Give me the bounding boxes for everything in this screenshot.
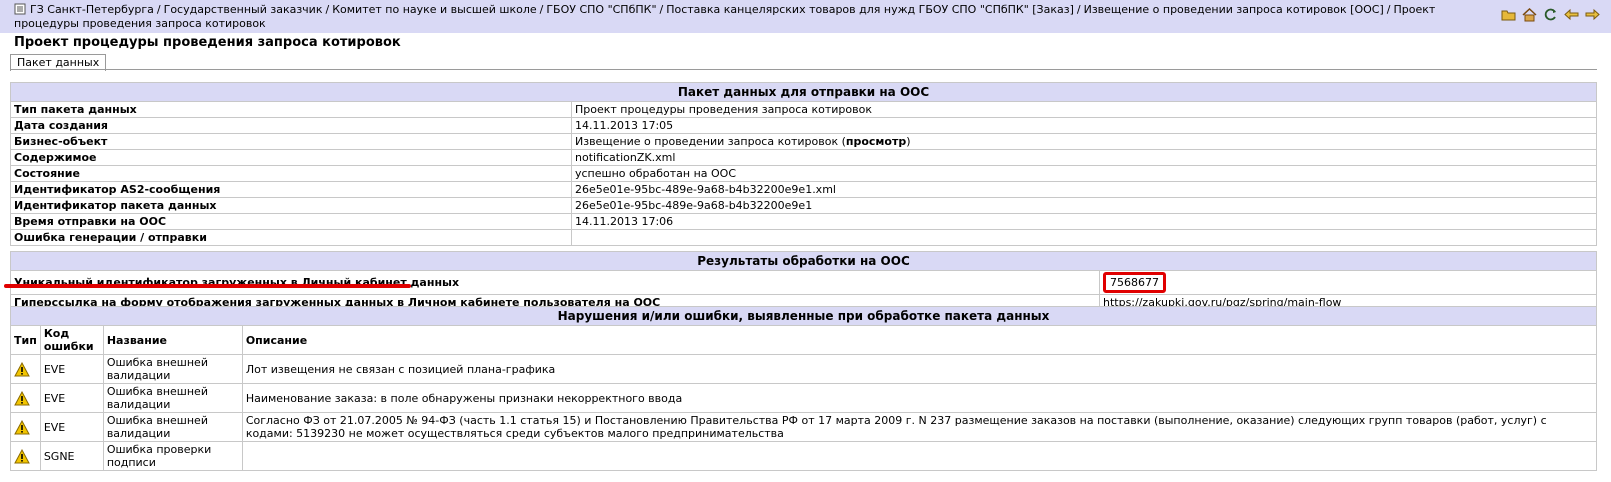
row-label: Дата создания xyxy=(10,117,572,134)
error-description: Согласно ФЗ от 21.07.2005 № 94-ФЗ (часть… xyxy=(241,412,1598,442)
type-cell xyxy=(10,412,41,442)
table-row: Идентификатор AS2-сообщения 26e5e01e-95bc… xyxy=(10,181,1597,198)
breadcrumb-link-committee[interactable]: Комитет по науке и высшей школе xyxy=(332,3,536,16)
row-value: Проект процедуры проведения запроса коти… xyxy=(571,101,1597,118)
tab-divider xyxy=(10,69,1597,70)
row-value xyxy=(571,229,1597,246)
row-value: 26e5e01e-95bc-489e-9a68-b4b32200e9e1 xyxy=(571,197,1597,214)
breadcrumb-link-org[interactable]: ГБОУ СПО "СПбПК" xyxy=(546,3,656,16)
type-cell xyxy=(10,383,41,413)
table-row: Бизнес-объект Извещение о проведении запр… xyxy=(10,133,1597,150)
results-table: Результаты обработки на ООС Уникальный и… xyxy=(10,251,1597,311)
row-label: Тип пакета данных xyxy=(10,101,572,118)
row-label: Бизнес-объект xyxy=(10,133,572,150)
uid-value-highlighted: 7568677 xyxy=(1103,272,1166,293)
red-underline-annotation xyxy=(4,284,411,288)
row-label: Идентификатор AS2-сообщения xyxy=(10,181,572,198)
breadcrumb-link-customer[interactable]: Государственный заказчик xyxy=(164,3,323,16)
row-value: Извещение о проведении запроса котировок… xyxy=(571,133,1597,150)
col-header-code: Код ошибки xyxy=(39,325,104,355)
table-row: Состояние успешно обработан на ООС xyxy=(10,165,1597,182)
table-row: EVE Ошибка внешней валидации Лот извещен… xyxy=(10,354,1598,384)
col-header-description: Описание xyxy=(241,325,1598,355)
warning-icon xyxy=(14,419,30,434)
error-description xyxy=(241,441,1598,471)
error-name: Ошибка проверки подписи xyxy=(102,441,243,471)
table-row: Уникальный идентификатор загруженных в Л… xyxy=(10,270,1597,295)
page-title: Проект процедуры проведения запроса коти… xyxy=(14,35,401,50)
warning-icon xyxy=(14,361,30,376)
col-header-name: Название xyxy=(102,325,243,355)
data-package-table: Пакет данных для отправки на ООС Тип пак… xyxy=(10,82,1597,246)
refresh-icon[interactable] xyxy=(1542,6,1559,23)
forward-arrow-icon[interactable] xyxy=(1584,6,1601,23)
warning-icon xyxy=(14,390,30,405)
error-description: Лот извещения не связан с позицией плана… xyxy=(241,354,1598,384)
table-row: Время отправки на ООС 14.11.2013 17:06 xyxy=(10,213,1597,230)
error-code: EVE xyxy=(39,354,104,384)
errors-table: Нарушения и/или ошибки, выявленные при о… xyxy=(10,306,1598,471)
menu-icon[interactable] xyxy=(14,3,26,15)
warning-icon xyxy=(14,448,30,463)
as2-file-link[interactable]: 26e5e01e-95bc-489e-9a68-b4b32200e9e1.xml xyxy=(571,181,1597,198)
uid-cell: 7568677 xyxy=(1099,270,1597,295)
paren-close: ) xyxy=(906,135,911,148)
error-code: EVE xyxy=(39,412,104,442)
error-code: SGNE xyxy=(39,441,104,471)
error-code: EVE xyxy=(39,383,104,413)
section-title-errors: Нарушения и/или ошибки, выявленные при о… xyxy=(10,306,1597,326)
table-row: Тип пакета данных Проект процедуры провед… xyxy=(10,101,1597,118)
top-bar: ГЗ Санкт-Петербурга / Государственный зака… xyxy=(0,0,1611,33)
row-label: Состояние xyxy=(10,165,572,182)
table-row: SGNE Ошибка проверки подписи xyxy=(10,441,1598,471)
col-header-type: Тип xyxy=(10,325,41,355)
view-link[interactable]: просмотр xyxy=(846,135,906,148)
folder-icon[interactable] xyxy=(1500,6,1517,23)
section-title-package: Пакет данных для отправки на ООС xyxy=(10,82,1597,102)
breadcrumb-link-notice[interactable]: Извещение о проведении запроса котировок… xyxy=(1084,3,1384,16)
row-label: Время отправки на ООС xyxy=(10,213,572,230)
table-row: EVE Ошибка внешней валидации Согласно ФЗ… xyxy=(10,412,1598,442)
table-row: EVE Ошибка внешней валидации Наименовани… xyxy=(10,383,1598,413)
error-name: Ошибка внешней валидации xyxy=(102,412,243,442)
toolbar xyxy=(1500,6,1601,23)
error-name: Ошибка внешней валидации xyxy=(102,383,243,413)
table-row: Содержимое notificationZK.xml xyxy=(10,149,1597,166)
error-description: Наименование заказа: в поле обнаружены п… xyxy=(241,383,1598,413)
breadcrumb-link-order[interactable]: Поставка канцелярских товаров для нужд Г… xyxy=(666,3,1074,16)
uid-label: Уникальный идентификатор загруженных в Л… xyxy=(10,270,1100,295)
back-arrow-icon[interactable] xyxy=(1563,6,1580,23)
table-row: Ошибка генерации / отправки xyxy=(10,229,1597,246)
table-row: Дата создания 14.11.2013 17:05 xyxy=(10,117,1597,134)
row-value: 14.11.2013 17:05 xyxy=(571,117,1597,134)
content-file-link[interactable]: notificationZK.xml xyxy=(571,149,1597,166)
type-cell xyxy=(10,354,41,384)
table-row: Идентификатор пакета данных 26e5e01e-95bc… xyxy=(10,197,1597,214)
business-object-text: Извещение о проведении запроса котировок… xyxy=(575,135,846,148)
row-value: 14.11.2013 17:06 xyxy=(571,213,1597,230)
row-label: Идентификатор пакета данных xyxy=(10,197,572,214)
type-cell xyxy=(10,441,41,471)
section-title-results: Результаты обработки на ООС xyxy=(10,251,1597,271)
row-label: Содержимое xyxy=(10,149,572,166)
breadcrumb-link-gz[interactable]: ГЗ Санкт-Петербурга xyxy=(30,3,154,16)
breadcrumb: ГЗ Санкт-Петербурга / Государственный зака… xyxy=(14,3,1436,30)
row-label: Ошибка генерации / отправки xyxy=(10,229,572,246)
home-icon[interactable] xyxy=(1521,6,1538,23)
error-name: Ошибка внешней валидации xyxy=(102,354,243,384)
row-value: успешно обработан на ООС xyxy=(571,165,1597,182)
